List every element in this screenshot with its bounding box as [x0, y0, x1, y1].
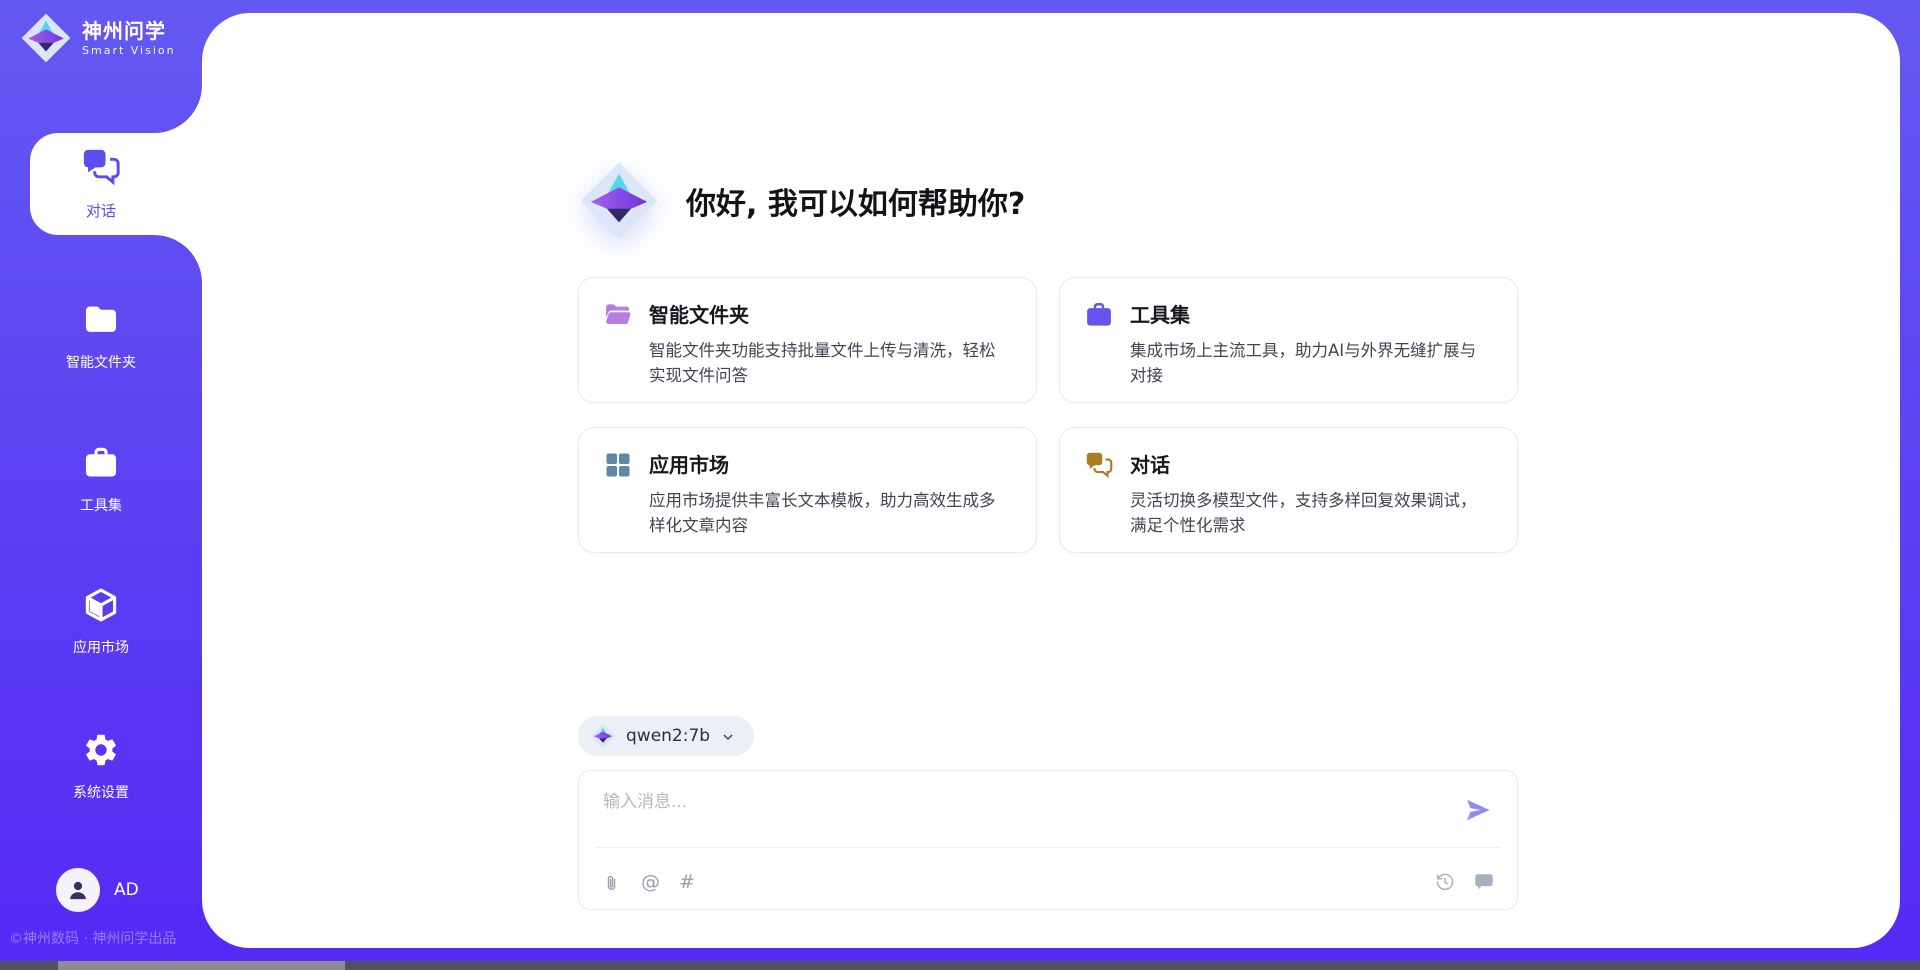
- sidebar: 神州问学 Smart Vision 对话 智能文件夹 工具集 应用市场 系统设置: [0, 0, 202, 970]
- sidebar-item-label: 系统设置: [0, 782, 202, 802]
- card-smart-folder[interactable]: 智能文件夹 智能文件夹功能支持批量文件上传与清洗，轻松实现文件问答: [578, 277, 1037, 403]
- paperclip-icon: [601, 872, 622, 893]
- app-logo[interactable]: 神州问学 Smart Vision: [20, 12, 176, 64]
- card-chat[interactable]: 对话 灵活切换多模型文件，支持多样回复效果调试，满足个性化需求: [1059, 427, 1518, 553]
- card-description: 集成市场上主流工具，助力AI与外界无缝扩展与对接: [1130, 339, 1493, 389]
- hashtag-button[interactable]: #: [679, 872, 695, 893]
- composer-divider: [595, 847, 1501, 848]
- app-window: 神州问学 Smart Vision 对话 智能文件夹 工具集 应用市场 系统设置: [0, 0, 1920, 970]
- card-description: 智能文件夹功能支持批量文件上传与清洗，轻松实现文件问答: [649, 339, 1012, 389]
- sidebar-item-label: 对话: [0, 200, 202, 221]
- app-tagline: Smart Vision: [82, 44, 176, 57]
- brand-diamond-icon: [578, 160, 660, 242]
- sidebar-item-label: 工具集: [0, 495, 202, 515]
- bottom-edge-strip: [0, 961, 1920, 970]
- sidebar-footer-credit: ©神州数码 · 神州问学出品: [9, 928, 176, 948]
- avatar: [56, 868, 100, 912]
- feature-cards: 智能文件夹 智能文件夹功能支持批量文件上传与清洗，轻松实现文件问答 工具集 集成…: [578, 277, 1518, 553]
- send-button[interactable]: [1463, 795, 1493, 825]
- card-title: 工具集: [1130, 300, 1493, 330]
- sidebar-item-app-market[interactable]: 应用市场: [0, 586, 202, 657]
- composer-toolbar-right: [1434, 871, 1495, 893]
- gear-icon: [82, 731, 120, 769]
- greeting-title: 你好, 我可以如何帮助你?: [686, 179, 1025, 223]
- chat-bubble-filled-icon: [1473, 871, 1495, 893]
- user-initials: AD: [114, 880, 139, 900]
- history-icon: [1434, 871, 1456, 893]
- folder-open-icon: [603, 300, 633, 330]
- app-name: 神州问学: [82, 20, 176, 42]
- card-title: 对话: [1130, 450, 1493, 480]
- conversation-button[interactable]: [1473, 871, 1495, 893]
- sidebar-item-label: 应用市场: [0, 637, 202, 657]
- chat-icon: [1084, 450, 1114, 480]
- card-title: 智能文件夹: [649, 300, 1012, 330]
- attach-file-button[interactable]: [601, 872, 622, 893]
- model-name: qwen2:7b: [626, 726, 710, 746]
- message-composer: @ #: [578, 770, 1518, 910]
- message-input[interactable]: [601, 785, 1405, 843]
- card-app-market[interactable]: 应用市场 应用市场提供丰富长文本模板，助力高效生成多样化文章内容: [578, 427, 1037, 553]
- card-description: 应用市场提供丰富长文本模板，助力高效生成多样化文章内容: [649, 489, 1012, 539]
- send-icon: [1463, 795, 1493, 825]
- cube-icon: [82, 586, 120, 624]
- folder-icon: [82, 301, 120, 339]
- mention-button[interactable]: @: [641, 872, 660, 893]
- model-selector[interactable]: qwen2:7b: [578, 716, 754, 756]
- grid-icon: [603, 450, 633, 480]
- person-icon: [65, 877, 91, 903]
- sidebar-item-system-settings[interactable]: 系统设置: [0, 731, 202, 802]
- card-description: 灵活切换多模型文件，支持多样回复效果调试，满足个性化需求: [1130, 489, 1493, 539]
- chevron-down-icon: [720, 729, 736, 745]
- composer-toolbar-left: @ #: [601, 872, 695, 893]
- sidebar-item-label: 智能文件夹: [0, 352, 202, 372]
- toolbox-icon: [82, 444, 120, 482]
- sidebar-item-smart-folder[interactable]: 智能文件夹: [0, 301, 202, 372]
- brand-diamond-icon: [590, 723, 616, 749]
- card-toolset[interactable]: 工具集 集成市场上主流工具，助力AI与外界无缝扩展与对接: [1059, 277, 1518, 403]
- card-title: 应用市场: [649, 450, 1012, 480]
- chat-icon: [80, 146, 122, 188]
- greeting-header: 你好, 我可以如何帮助你?: [578, 160, 1025, 242]
- bottom-edge-segment: [58, 961, 345, 970]
- brand-diamond-icon: [20, 12, 72, 64]
- user-profile[interactable]: AD: [56, 868, 139, 912]
- toolbox-icon: [1084, 300, 1114, 330]
- sidebar-item-chat[interactable]: 对话: [0, 146, 202, 221]
- sidebar-item-toolset[interactable]: 工具集: [0, 444, 202, 515]
- history-button[interactable]: [1434, 871, 1456, 893]
